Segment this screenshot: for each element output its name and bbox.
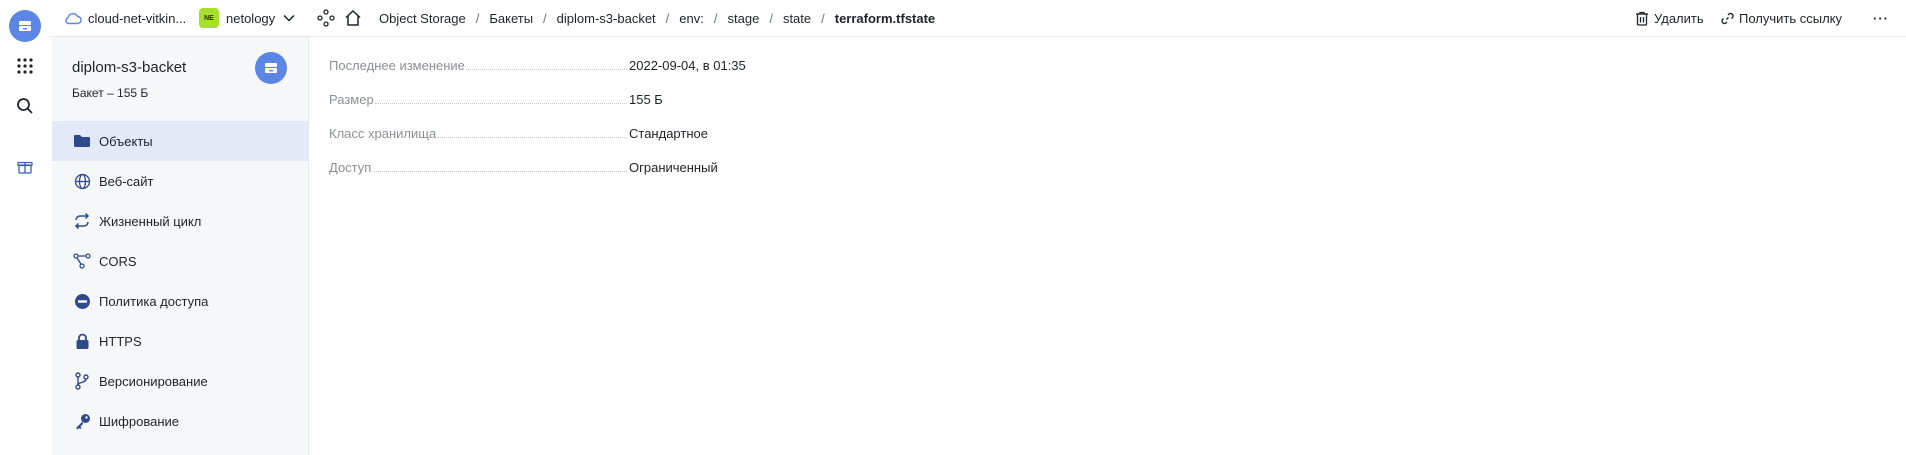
sidebar-item-label: Шифрование [99,413,179,429]
sidebar-item-label: Версионирование [99,373,208,389]
key-icon [72,411,92,431]
left-rail [0,0,50,455]
sidebar-item-cors[interactable]: CORS [52,241,308,281]
object-properties: Последнее изменение 2022-09-04, в 01:35 … [329,58,829,194]
sidebar-item-label: CORS [99,253,137,269]
property-row: Размер 155 Б [329,92,829,126]
breadcrumb-separator: / [769,10,773,26]
property-key: Доступ [329,160,372,175]
bucket-name: diplom-s3-backet [72,59,187,76]
sidebar-item-label: HTTPS [99,333,142,349]
lock-icon [72,331,92,351]
sidebar-item-lifecycle[interactable]: Жизненный цикл [52,201,308,241]
sidebar-item-label: Веб-сайт [99,173,154,189]
no-entry-icon [72,291,92,311]
object-storage-logo-icon[interactable] [9,10,41,42]
property-row: Доступ Ограниченный [329,160,829,194]
breadcrumb-buckets[interactable]: Бакеты [489,11,533,26]
bucket-avatar-icon [255,52,287,84]
cloud-icon [64,11,82,25]
breadcrumb-separator: / [713,10,718,26]
home-icon[interactable] [344,0,362,36]
org-badge: NE [199,8,219,28]
sidebar-item-versioning[interactable]: Версионирование [52,361,308,401]
property-value: 155 Б [629,92,663,107]
cloud-selector[interactable]: cloud-net-vitkin... [64,0,186,36]
sidebar-item-encryption[interactable]: Шифрование [52,401,308,441]
property-row: Последнее изменение 2022-09-04, в 01:35 [329,58,829,92]
apps-grid-icon[interactable] [13,54,37,78]
more-options-button[interactable]: ··· [1873,0,1889,36]
property-value: Стандартное [629,126,708,141]
get-link-button[interactable]: Получить ссылку [1721,0,1842,36]
sidebar-item-access-policy[interactable]: Политика доступа [52,281,308,321]
breadcrumb-separator: / [665,10,670,26]
sidebar-item-objects[interactable]: Объекты [52,121,308,161]
property-value: Ограниченный [629,160,718,175]
org-name: netology [226,10,276,26]
cloud-name: cloud-net-vitkin... [88,10,187,26]
breadcrumb-bucket[interactable]: diplom-s3-backet [557,11,656,26]
folder-icon [72,131,92,151]
link-icon [1721,12,1734,25]
property-row: Класс хранилища Стандартное [329,126,829,160]
breadcrumb-separator: / [543,10,547,26]
breadcrumb-state[interactable]: state [783,11,811,26]
property-key: Размер [329,92,374,107]
property-key: Последнее изменение [329,58,465,73]
breadcrumb: Object Storage / Бакеты / diplom-s3-back… [379,0,935,36]
property-key: Класс хранилища [329,126,437,141]
cors-icon [72,251,92,271]
get-link-label: Получить ссылку [1739,10,1843,26]
bucket-info: Бакет – 155 Б [72,86,149,100]
sidebar-item-label: Политика доступа [99,293,209,309]
property-value: 2022-09-04, в 01:35 [629,58,746,73]
globe-icon [72,171,92,191]
breadcrumb-separator: / [821,10,825,26]
breadcrumb-object-storage[interactable]: Object Storage [379,11,466,26]
cycle-icon [72,211,92,231]
breadcrumb-env[interactable]: env: [679,11,704,26]
breadcrumb-stage[interactable]: stage [728,11,760,26]
breadcrumb-current-file: terraform.tfstate [834,10,936,26]
bucket-sidebar: diplom-s3-backet Бакет – 155 Б Объекты В… [52,37,309,455]
top-bar: cloud-net-vitkin... NE netology Object S… [50,0,1906,37]
delete-label: Удалить [1654,10,1704,26]
branch-icon [72,371,92,391]
org-selector[interactable]: NE netology [199,0,295,36]
gift-icon[interactable] [13,155,37,179]
delete-button[interactable]: Удалить [1635,0,1704,36]
services-icon[interactable] [317,0,335,36]
trash-icon [1635,11,1649,26]
search-icon[interactable] [13,94,37,118]
breadcrumb-separator: / [475,10,480,26]
sidebar-item-https[interactable]: HTTPS [52,321,308,361]
sidebar-item-website[interactable]: Веб-сайт [52,161,308,201]
sidebar-item-label: Объекты [99,133,153,149]
sidebar-item-label: Жизненный цикл [99,213,202,229]
chevron-down-icon [283,14,295,22]
